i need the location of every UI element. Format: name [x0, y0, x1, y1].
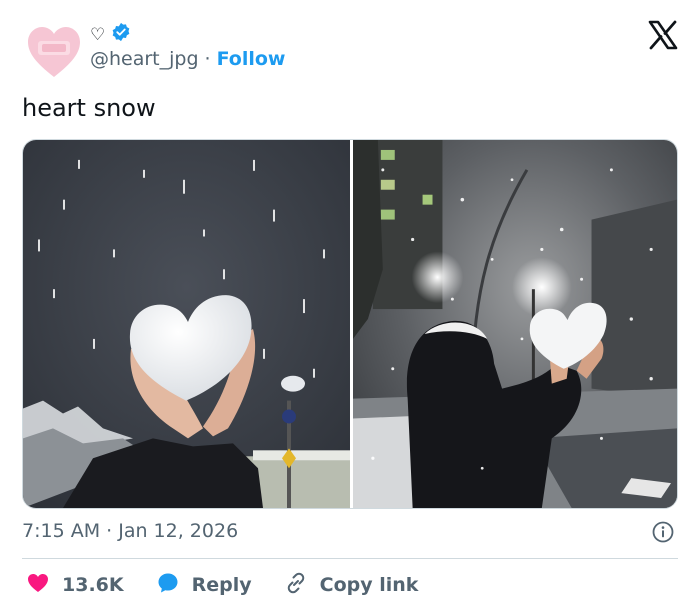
reply-button[interactable]: Reply — [156, 571, 252, 600]
photo-heart-snow-night-left[interactable] — [23, 140, 353, 508]
tweet-text: heart snow — [22, 94, 156, 122]
tweet-timestamp[interactable]: 7:15 AM · Jan 12, 2026 — [22, 520, 238, 542]
reply-label: Reply — [191, 574, 252, 596]
x-logo-icon[interactable] — [648, 20, 678, 50]
verified-badge-icon — [111, 22, 131, 47]
follow-button[interactable]: Follow — [217, 48, 286, 70]
copy-link-button[interactable]: Copy link — [284, 571, 419, 600]
author-handle[interactable]: @heart_jpg — [90, 48, 199, 70]
copy-link-label: Copy link — [319, 574, 419, 596]
link-icon — [284, 571, 308, 600]
avatar[interactable] — [26, 25, 82, 81]
action-bar: 13.6K Reply Copy link — [26, 570, 450, 600]
divider — [22, 558, 678, 559]
separator-dot: · — [204, 48, 211, 70]
photo-heart-snow-night-right[interactable] — [353, 140, 677, 508]
info-icon[interactable] — [652, 521, 674, 543]
author-name[interactable]: ♡ — [90, 25, 105, 45]
heart-icon — [26, 571, 50, 600]
media-grid — [22, 139, 678, 509]
like-count: 13.6K — [62, 574, 124, 596]
author-handle-row: @heart_jpg · Follow — [90, 48, 286, 70]
author-name-row[interactable]: ♡ — [90, 22, 131, 47]
reply-bubble-icon — [156, 571, 180, 600]
like-button[interactable]: 13.6K — [26, 571, 124, 600]
